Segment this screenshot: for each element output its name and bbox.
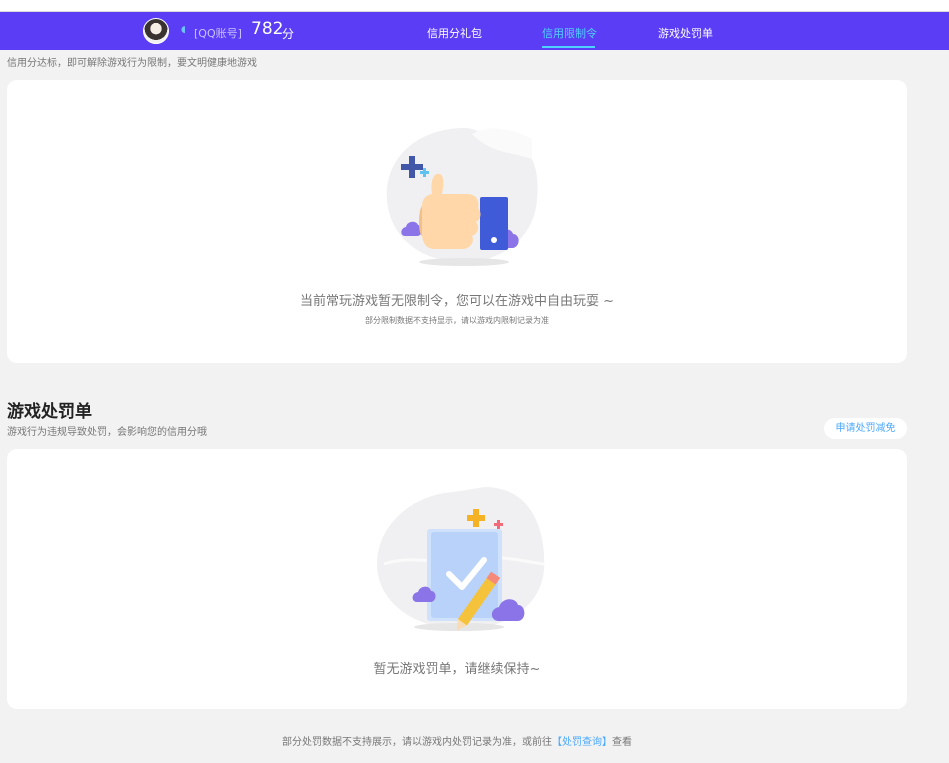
footer-note: 部分处罚数据不支持展示，请以游戏内处罚记录为准，或前往【处罚查询】查看 <box>0 733 914 748</box>
active-tab-indicator <box>542 46 595 48</box>
tab-credit-gift[interactable]: 信用分礼包 <box>427 25 482 41</box>
restriction-empty-subtext: 部分限制数据不支持显示，请以游戏内限制记录为准 <box>365 316 549 325</box>
credit-score: 782 <box>251 19 284 39</box>
footer-text: 部分处罚数据不支持展示，请以游戏内处罚记录为准，或前往 <box>282 737 552 748</box>
footer-text-end: 查看 <box>612 737 632 748</box>
restriction-card: 当前常玩游戏暂无限制令，您可以在游戏中自由玩耍 ~ 部分限制数据不支持显示，请以… <box>7 80 907 363</box>
credit-score-unit: 分 <box>282 27 295 41</box>
penalty-card: 暂无游戏罚单，请继续保持~ <box>7 449 907 709</box>
qq-icon: ◖ <box>181 25 186 35</box>
penalty-empty-message: 暂无游戏罚单，请继续保持~ <box>373 662 541 677</box>
avatar[interactable] <box>143 18 169 44</box>
restriction-empty-message: 当前常玩游戏暂无限制令，您可以在游戏中自由玩耍 ~ <box>299 294 615 309</box>
tab-game-penalty[interactable]: 游戏处罚单 <box>658 25 713 41</box>
penalty-query-link[interactable]: 【处罚查询】 <box>552 737 612 748</box>
restriction-hint: 信用分达标，即可解除游戏行为限制，要文明健康地游戏 <box>7 58 257 69</box>
apply-penalty-reduction-button[interactable]: 申请处罚减免 <box>824 418 907 439</box>
browser-top-strip <box>0 0 949 12</box>
penalty-section-title: 游戏处罚单 <box>7 402 92 422</box>
tab-credit-restriction[interactable]: 信用限制令 <box>542 25 597 41</box>
penalty-section-description: 游戏行为违规导致处罚，会影响您的信用分哦 <box>7 427 207 438</box>
account-label: [QQ账号] <box>194 27 242 40</box>
top-navbar: ◖ [QQ账号] 782 分 信用分礼包 信用限制令 游戏处罚单 <box>0 12 949 50</box>
thumbs-up-illustration <box>386 127 538 266</box>
document-check-illustration <box>377 487 545 631</box>
